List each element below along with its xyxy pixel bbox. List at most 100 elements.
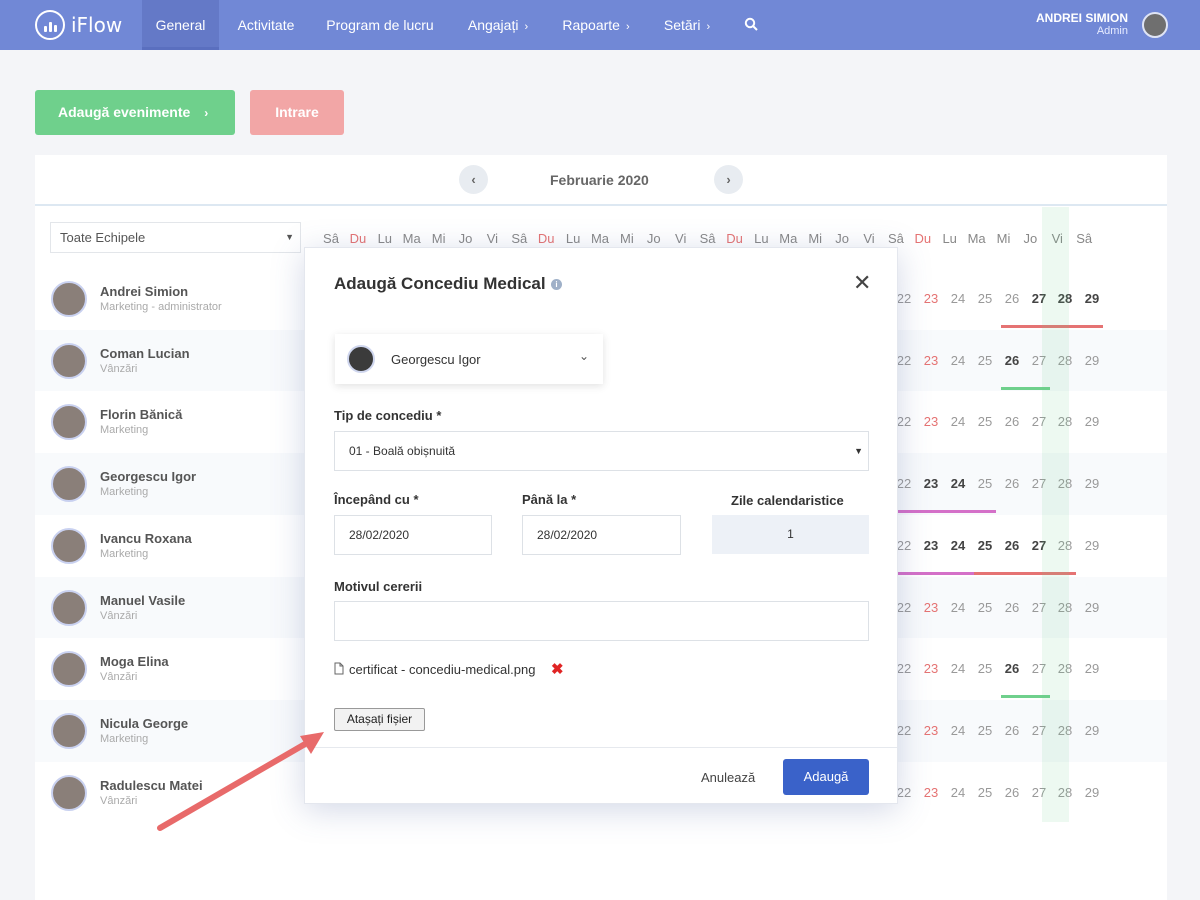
- employee-name[interactable]: Moga Elina: [100, 654, 169, 669]
- calendar-date[interactable]: 23: [918, 538, 944, 553]
- calendar-date[interactable]: 29: [1079, 291, 1105, 306]
- calendar-date[interactable]: 23: [918, 291, 944, 306]
- user-info[interactable]: ANDREI SIMION Admin: [1036, 11, 1128, 37]
- user-avatar[interactable]: [1142, 12, 1168, 38]
- calendar-date[interactable]: 26: [999, 353, 1025, 368]
- calendar-header-day: Sâ: [1076, 231, 1093, 246]
- avatar[interactable]: [51, 527, 87, 564]
- employee-name[interactable]: Georgescu Igor: [100, 469, 196, 484]
- nav-rapoarte[interactable]: Rapoarte ›: [555, 0, 637, 50]
- leave-type-select[interactable]: 01 - Boală obișnuită ▼: [334, 431, 869, 471]
- calendar-date[interactable]: 26: [999, 476, 1025, 491]
- calendar-date[interactable]: 26: [999, 600, 1025, 615]
- calendar-date[interactable]: 25: [972, 600, 998, 615]
- avatar[interactable]: [51, 712, 87, 749]
- calendar-date[interactable]: 29: [1079, 353, 1105, 368]
- avatar[interactable]: [51, 774, 87, 811]
- prev-month-button[interactable]: ‹: [459, 165, 488, 194]
- nav-activitate[interactable]: Activitate: [230, 0, 302, 50]
- calendar-date[interactable]: 29: [1079, 785, 1105, 800]
- nav-angajati[interactable]: Angajați ›: [458, 0, 538, 50]
- calendar-date[interactable]: 26: [999, 538, 1025, 553]
- calendar-date[interactable]: 26: [999, 414, 1025, 429]
- calendar-header-day: Mi: [808, 231, 823, 246]
- calendar-date[interactable]: 23: [918, 723, 944, 738]
- leave-type-label: Tip de concediu *: [334, 408, 442, 423]
- calendar-date[interactable]: 29: [1079, 538, 1105, 553]
- avatar[interactable]: [51, 466, 87, 503]
- calendar-header-day: Ma: [967, 231, 986, 246]
- employee-name[interactable]: Manuel Vasile: [100, 593, 185, 608]
- calendar-date[interactable]: 25: [972, 785, 998, 800]
- calendar-date[interactable]: 23: [918, 661, 944, 676]
- reason-input[interactable]: [334, 601, 869, 641]
- attach-file-button[interactable]: Atașați fișier: [334, 708, 425, 731]
- calendar-header-day: Sâ: [699, 231, 716, 246]
- cancel-button[interactable]: Anulează: [701, 770, 755, 785]
- calendar-date[interactable]: 25: [972, 291, 998, 306]
- employee-name[interactable]: Andrei Simion: [100, 284, 188, 299]
- calendar-date[interactable]: 29: [1079, 414, 1105, 429]
- calendar-date[interactable]: 23: [918, 785, 944, 800]
- nav-general[interactable]: General: [142, 0, 219, 50]
- today-column: [1042, 207, 1069, 822]
- employee-name[interactable]: Coman Lucian: [100, 346, 190, 361]
- employee-name[interactable]: Ivancu Roxana: [100, 531, 192, 546]
- calendar-date[interactable]: 24: [945, 291, 971, 306]
- attached-file: certificat - concediu-medical.png: [334, 662, 535, 677]
- calendar-date[interactable]: 25: [972, 414, 998, 429]
- calendar-date[interactable]: 25: [972, 476, 998, 491]
- remove-file-icon[interactable]: ✖: [551, 660, 564, 678]
- leave-bar[interactable]: [893, 510, 996, 514]
- start-date-input[interactable]: 28/02/2020: [334, 515, 492, 555]
- calendar-date[interactable]: 26: [999, 291, 1025, 306]
- avatar[interactable]: [51, 651, 87, 688]
- avatar[interactable]: [51, 404, 87, 441]
- entry-button[interactable]: Intrare: [250, 90, 344, 135]
- calendar-date[interactable]: 23: [918, 414, 944, 429]
- team-filter-select[interactable]: Toate Echipele ▼: [50, 222, 301, 253]
- calendar-date[interactable]: 24: [945, 723, 971, 738]
- calendar-date[interactable]: 29: [1079, 600, 1105, 615]
- end-date-input[interactable]: 28/02/2020: [522, 515, 681, 555]
- calendar-date[interactable]: 24: [945, 353, 971, 368]
- calendar-date[interactable]: 25: [972, 661, 998, 676]
- calendar-date[interactable]: 26: [999, 723, 1025, 738]
- calendar-date[interactable]: 24: [945, 785, 971, 800]
- calendar-date[interactable]: 29: [1079, 723, 1105, 738]
- calendar-date[interactable]: 23: [918, 353, 944, 368]
- calendar-date[interactable]: 25: [972, 538, 998, 553]
- employee-select[interactable]: Georgescu Igor ⌄: [335, 334, 603, 384]
- app-logo[interactable]: iFlow: [35, 10, 122, 40]
- avatar[interactable]: [51, 281, 87, 317]
- calendar-date[interactable]: 24: [945, 600, 971, 615]
- nav-program[interactable]: Program de lucru: [320, 0, 440, 50]
- info-icon[interactable]: i: [551, 279, 562, 290]
- calendar-date[interactable]: 25: [972, 353, 998, 368]
- add-button[interactable]: Adaugă: [783, 759, 869, 795]
- search-icon[interactable]: [744, 17, 758, 36]
- employee-name[interactable]: Nicula George: [100, 716, 188, 731]
- employee-role: Marketing: [100, 547, 149, 560]
- employee-name[interactable]: Florin Bănică: [100, 407, 182, 422]
- calendar-date[interactable]: 29: [1079, 661, 1105, 676]
- calendar-date[interactable]: 25: [972, 723, 998, 738]
- calendar-date[interactable]: 24: [945, 538, 971, 553]
- calendar-date[interactable]: 24: [945, 476, 971, 491]
- next-month-button[interactable]: ›: [714, 165, 743, 194]
- close-icon[interactable]: ✕: [853, 272, 871, 294]
- calendar-date[interactable]: 26: [999, 661, 1025, 676]
- calendar-header-day: Ma: [779, 231, 798, 246]
- calendar-date[interactable]: 26: [999, 785, 1025, 800]
- calendar-date[interactable]: 24: [945, 414, 971, 429]
- avatar[interactable]: [51, 589, 87, 626]
- calendar-date[interactable]: 29: [1079, 476, 1105, 491]
- avatar[interactable]: [51, 342, 87, 379]
- calendar-date[interactable]: 23: [918, 476, 944, 491]
- calendar-date[interactable]: 23: [918, 600, 944, 615]
- employee-name[interactable]: Radulescu Matei: [100, 778, 203, 793]
- calendar-date[interactable]: 24: [945, 661, 971, 676]
- add-events-button[interactable]: Adaugă evenimente ›: [35, 90, 235, 135]
- nav-setari[interactable]: Setări ›: [655, 0, 719, 50]
- calendar-header-day: Ma: [402, 231, 421, 246]
